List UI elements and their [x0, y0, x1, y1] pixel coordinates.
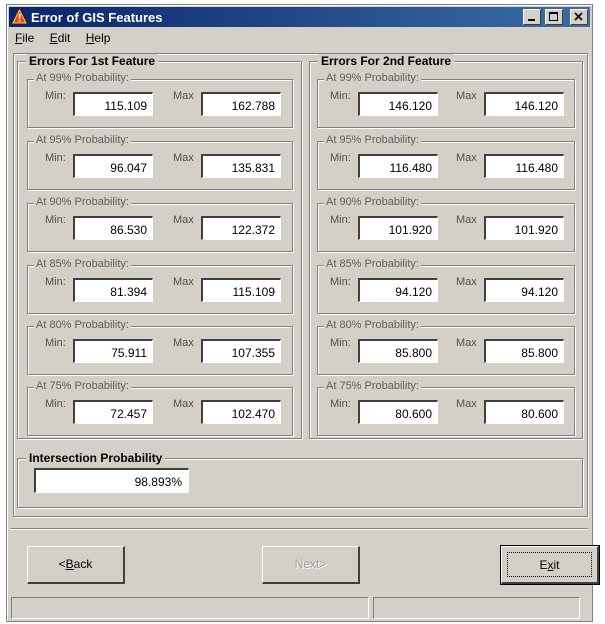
feature1-prob-85: At 85% Probability: Min: 81.394 Max 115.…	[27, 258, 293, 314]
min-label: Min:	[45, 276, 66, 288]
max-label: Max	[173, 90, 194, 102]
max-field[interactable]: 115.109	[201, 278, 281, 302]
max-field[interactable]: 135.831	[201, 154, 281, 178]
min-label: Min:	[330, 276, 351, 288]
status-panel-right	[373, 597, 580, 619]
close-icon	[574, 12, 583, 21]
max-label: Max	[456, 398, 477, 410]
maximize-button[interactable]	[545, 9, 564, 25]
menu-help[interactable]: Help	[80, 29, 117, 45]
prob-label: At 95% Probability:	[34, 134, 131, 146]
maximize-icon	[549, 12, 559, 21]
max-label: Max	[456, 90, 477, 102]
max-field[interactable]: 80.600	[484, 400, 564, 424]
menu-edit[interactable]: Edit	[44, 29, 77, 45]
max-label: Max	[173, 152, 194, 164]
feature2-prob-90: At 90% Probability: Min: 101.920 Max 101…	[317, 196, 575, 252]
app-window: Error of GIS Features File Edit Help Err…	[6, 4, 600, 622]
next-label: Next>	[294, 557, 327, 571]
prob-label: At 80% Probability:	[34, 319, 131, 331]
max-field[interactable]: 116.480	[484, 154, 564, 178]
max-field[interactable]: 122.372	[201, 216, 281, 240]
max-label: Max	[173, 337, 194, 349]
min-label: Min:	[330, 398, 351, 410]
max-field[interactable]: 94.120	[484, 278, 564, 302]
max-label: Max	[173, 214, 194, 226]
feature2-title: Errors For 2nd Feature	[318, 54, 455, 68]
min-label: Min:	[330, 152, 351, 164]
exit-focus-ring: Exit	[507, 552, 592, 577]
menu-bar: File Edit Help	[9, 29, 590, 47]
intersection-title: Intersection Probability	[26, 451, 166, 465]
prob-label: At 80% Probability:	[324, 319, 421, 331]
feature1-prob-95: At 95% Probability: Min: 96.047 Max 135.…	[27, 134, 293, 190]
feature2-prob-95: At 95% Probability: Min: 116.480 Max 116…	[317, 134, 575, 190]
max-field[interactable]: 162.788	[201, 92, 281, 116]
prob-label: At 99% Probability:	[34, 72, 131, 84]
min-label: Min:	[45, 214, 66, 226]
prob-label: At 95% Probability:	[324, 134, 421, 146]
min-field[interactable]: 80.600	[358, 400, 438, 424]
window-controls	[522, 9, 588, 25]
max-label: Max	[456, 276, 477, 288]
min-field[interactable]: 72.457	[73, 400, 153, 424]
max-label: Max	[456, 337, 477, 349]
feature1-title: Errors For 1st Feature	[26, 54, 159, 68]
prob-label: At 90% Probability:	[34, 196, 131, 208]
min-label: Min:	[330, 337, 351, 349]
min-label: Min:	[330, 214, 351, 226]
minimize-button[interactable]	[522, 9, 541, 25]
title-bar[interactable]: Error of GIS Features	[9, 7, 590, 27]
feature1-prob-75: At 75% Probability: Min: 72.457 Max 102.…	[27, 380, 293, 436]
window-title: Error of GIS Features	[31, 10, 163, 25]
max-field[interactable]: 101.920	[484, 216, 564, 240]
prob-label: At 90% Probability:	[324, 196, 421, 208]
max-field[interactable]: 107.355	[201, 339, 281, 363]
min-field[interactable]: 146.120	[358, 92, 438, 116]
min-label: Min:	[45, 337, 66, 349]
min-label: Min:	[330, 90, 351, 102]
min-field[interactable]: 75.911	[73, 339, 153, 363]
prob-label: At 85% Probability:	[34, 258, 131, 270]
min-field[interactable]: 81.394	[73, 278, 153, 302]
status-panel-left	[11, 597, 369, 619]
feature1-prob-80: At 80% Probability: Min: 75.911 Max 107.…	[27, 319, 293, 375]
separator	[11, 528, 588, 530]
prob-label: At 85% Probability:	[324, 258, 421, 270]
minimize-icon	[527, 19, 535, 21]
back-button[interactable]: <Back	[27, 546, 125, 584]
min-field[interactable]: 85.800	[358, 339, 438, 363]
min-label: Min:	[45, 398, 66, 410]
max-field[interactable]: 85.800	[484, 339, 564, 363]
close-button[interactable]	[570, 9, 588, 25]
min-field[interactable]: 94.120	[358, 278, 438, 302]
max-label: Max	[173, 276, 194, 288]
max-label: Max	[456, 152, 477, 164]
min-label: Min:	[45, 152, 66, 164]
feature1-prob-99: At 99% Probability: Min: 115.109 Max 162…	[27, 72, 293, 128]
feature2-prob-85: At 85% Probability: Min: 94.120 Max 94.1…	[317, 258, 575, 314]
max-field[interactable]: 146.120	[484, 92, 564, 116]
menu-file[interactable]: File	[9, 29, 40, 45]
min-field[interactable]: 96.047	[73, 154, 153, 178]
min-label: Min:	[45, 90, 66, 102]
feature1-prob-90: At 90% Probability: Min: 86.530 Max 122.…	[27, 196, 293, 252]
prob-label: At 75% Probability:	[324, 380, 421, 392]
exit-button[interactable]: Exit	[500, 545, 600, 585]
intersection-probability-field[interactable]: 98.893%	[34, 468, 189, 493]
warning-triangle-icon	[12, 9, 27, 24]
prob-label: At 75% Probability:	[34, 380, 131, 392]
feature2-prob-80: At 80% Probability: Min: 85.800 Max 85.8…	[317, 319, 575, 375]
max-label: Max	[456, 214, 477, 226]
feature2-prob-99: At 99% Probability: Min: 146.120 Max 146…	[317, 72, 575, 128]
next-button[interactable]: Next>	[262, 546, 360, 584]
min-field[interactable]: 86.530	[73, 216, 153, 240]
min-field[interactable]: 115.109	[73, 92, 153, 116]
feature2-prob-75: At 75% Probability: Min: 80.600 Max 80.6…	[317, 380, 575, 436]
min-field[interactable]: 116.480	[358, 154, 438, 178]
max-label: Max	[173, 398, 194, 410]
prob-label: At 99% Probability:	[324, 72, 421, 84]
max-field[interactable]: 102.470	[201, 400, 281, 424]
min-field[interactable]: 101.920	[358, 216, 438, 240]
